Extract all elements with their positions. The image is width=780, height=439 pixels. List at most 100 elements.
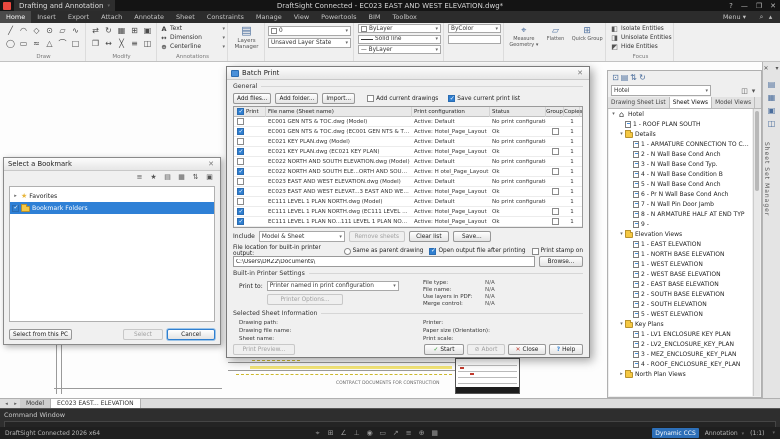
tree-sheet[interactable]: 5 - N Wall Base Cond Anch	[609, 179, 752, 189]
ribbon-tab-constraints[interactable]: Constraints	[201, 11, 250, 23]
help-icon[interactable]: ?	[725, 2, 737, 10]
status-toggle-icon[interactable]: ▦	[430, 429, 439, 438]
draw-tool-icon[interactable]: ╱	[4, 24, 17, 37]
print-job-row[interactable]: EC021 KEY PLAN.dwg (Model)Active: Defaul…	[234, 137, 582, 147]
properties-icon[interactable]: ◫	[740, 87, 749, 95]
open-output-checkbox[interactable]: Open output file after printing	[429, 248, 525, 255]
ribbon-tab-view[interactable]: View	[288, 11, 315, 23]
line-weight-combo[interactable]: — ByLayer ▾	[358, 45, 441, 54]
ribbon-tab-home[interactable]: Home	[0, 11, 31, 23]
status-toggle-icon[interactable]: ⌖	[313, 429, 322, 438]
palette-icon[interactable]: ▤	[768, 80, 776, 89]
print-checkbox[interactable]	[237, 148, 244, 155]
print-preview-button[interactable]: Print Preview...	[233, 344, 295, 355]
tree-folder[interactable]: ▸North Plan Views	[609, 369, 752, 379]
ribbon-tab-sheet[interactable]: Sheet	[170, 11, 201, 23]
help-button[interactable]: ? Help	[549, 344, 583, 355]
draw-tool-icon[interactable]: ▭	[17, 37, 30, 50]
print-job-row[interactable]: EC023 EAST AND WEST ELEVAT...3 EAST AND …	[234, 187, 582, 197]
annotation-tool-dimension[interactable]: ↔Dimension▾	[160, 33, 225, 42]
scrollbar-thumb[interactable]	[755, 111, 759, 191]
select-all-checkbox[interactable]	[237, 108, 244, 115]
print-checkbox[interactable]	[237, 178, 244, 185]
modify-tool-icon[interactable]: ❐	[89, 37, 102, 50]
collapse-ribbon-icon[interactable]: ▴	[766, 13, 775, 21]
modify-tool-icon[interactable]: ▣	[141, 24, 154, 37]
tree-sheet[interactable]: 4 - N Wall Base Condition B	[609, 169, 752, 179]
tool-isolate-entities[interactable]: ◧Isolate Entities	[610, 24, 671, 33]
line-color-combo[interactable]: ByLayer ▾	[358, 24, 441, 33]
current-layer-combo[interactable]: 0 ▾	[268, 26, 351, 36]
print-stamp-checkbox[interactable]: Print stamp on	[532, 248, 583, 255]
search-icon[interactable]: ⌕	[757, 13, 766, 22]
print-job-row[interactable]: EC022 NORTH AND SOUTH ELE...ORTH AND SOU…	[234, 167, 582, 177]
model-tab[interactable]: Model	[20, 399, 51, 409]
save-button[interactable]: Save...	[453, 231, 491, 242]
group-checkbox[interactable]	[552, 208, 559, 215]
close-icon[interactable]: ✕	[206, 160, 216, 168]
print-checkbox[interactable]	[237, 128, 244, 135]
tree-sheet[interactable]: 1 - EAST ELEVATION	[609, 239, 752, 249]
tiles-icon[interactable]: ▦	[177, 173, 186, 181]
tree-sheet[interactable]: 1 - NORTH BASE ELEVATION	[609, 249, 752, 259]
tree-sheet[interactable]: 7 - N Wall Pin Door Jamb	[609, 199, 752, 209]
draw-tool-icon[interactable]: ◠	[17, 24, 30, 37]
refresh-icon[interactable]: ↻	[638, 73, 647, 82]
draw-tool-icon[interactable]: □	[69, 37, 82, 50]
palette-icon[interactable]: ▣	[768, 106, 776, 115]
panel-tab-drawing-sheet-list[interactable]: Drawing Sheet List	[608, 97, 670, 108]
print-checkbox[interactable]	[237, 188, 244, 195]
status-toggle-icon[interactable]: ⊥	[352, 429, 361, 438]
clear-list-button[interactable]: Clear list	[409, 231, 449, 242]
command-window[interactable]: Command Window	[0, 408, 780, 427]
ribbon-tab-powertools[interactable]: Powertools	[315, 11, 362, 23]
minimize-icon[interactable]: —	[737, 2, 752, 10]
select-button[interactable]: Select	[123, 329, 163, 340]
tree-sheet[interactable]: ▾⌂Hotel	[609, 109, 752, 119]
include-combo[interactable]: Model & Sheet ▾	[259, 231, 345, 242]
column-header[interactable]: File name (Sheet name)	[266, 107, 412, 117]
print-to-combo[interactable]: Printer named in print configuration ▾	[267, 281, 399, 291]
tree-sheet[interactable]: 2 - SOUTH ELEVATION	[609, 299, 752, 309]
tree-sheet[interactable]: 3 - N Wall Base Cond Typ.	[609, 159, 752, 169]
close-icon[interactable]: ✕	[762, 65, 771, 72]
modify-tool-icon[interactable]: ≡	[128, 37, 141, 50]
group-checkbox[interactable]	[552, 218, 559, 225]
tree-sheet[interactable]: 2 - WEST BASE ELEVATION	[609, 269, 752, 279]
import-button[interactable]: Import...	[322, 93, 355, 104]
panel-tab-sheet-views[interactable]: Sheet Views	[670, 97, 712, 108]
tree-folder[interactable]: ▾Key Plans	[609, 319, 752, 329]
ribbon-tab-bim[interactable]: BIM	[363, 11, 387, 23]
draw-tool-icon[interactable]: ⌒	[56, 37, 69, 50]
draw-tool-icon[interactable]: △	[43, 37, 56, 50]
column-header[interactable]: Copies	[564, 107, 580, 117]
add-folder-button[interactable]: Add folder...	[275, 93, 318, 104]
select-from-pc-button[interactable]: Select from this PC	[9, 329, 72, 340]
draw-tool-icon[interactable]: ◯	[4, 37, 17, 50]
import-sheet-icon[interactable]: ▤	[620, 73, 629, 82]
output-path-input[interactable]	[233, 256, 535, 267]
layer-state-combo[interactable]: Unsaved Layer State ▾	[268, 38, 351, 48]
modify-tool-icon[interactable]: ╳	[115, 37, 128, 50]
layers-manager-button[interactable]: ▤ Layers Manager	[229, 23, 265, 61]
print-checkbox[interactable]	[237, 208, 244, 215]
annotation-tool-centerline[interactable]: ⊕Centerline▾	[160, 42, 225, 51]
print-job-row[interactable]: EC111 LEVEL 1 PLAN NORTH.dwg (Model)Acti…	[234, 197, 582, 207]
new-sheet-icon[interactable]: ⊡	[611, 73, 620, 82]
tool-measure-geometry[interactable]: ⌖Measure Geometry ▾	[508, 24, 540, 48]
highlighted-entity[interactable]	[236, 374, 452, 375]
abort-button[interactable]: ⊘ Abort	[467, 344, 505, 355]
sort-icon[interactable]: ⇅	[629, 73, 638, 82]
tree-sheet[interactable]: 1 - LV1 ENCLOSURE KEY PLAN	[609, 329, 752, 339]
tab-scroll-right-icon[interactable]: ▸	[11, 401, 20, 407]
ribbon-tab-export[interactable]: Export	[62, 11, 95, 23]
ribbon-tab-toolbox[interactable]: Toolbox	[387, 11, 423, 23]
ribbon-tab-manage[interactable]: Manage	[250, 11, 288, 23]
tool-hide-entities[interactable]: ◩Hide Entities	[610, 42, 671, 51]
modify-tool-icon[interactable]: ▦	[115, 24, 128, 37]
list-view-icon[interactable]: ≡	[135, 173, 144, 181]
bookmark-checkbox[interactable]	[12, 205, 19, 212]
modify-tool-icon[interactable]: ↔	[102, 37, 115, 50]
print-checkbox[interactable]	[237, 168, 244, 175]
tree-sheet[interactable]: 4 - ROOF_ENCLOSURE_KEY_PLAN	[609, 359, 752, 369]
